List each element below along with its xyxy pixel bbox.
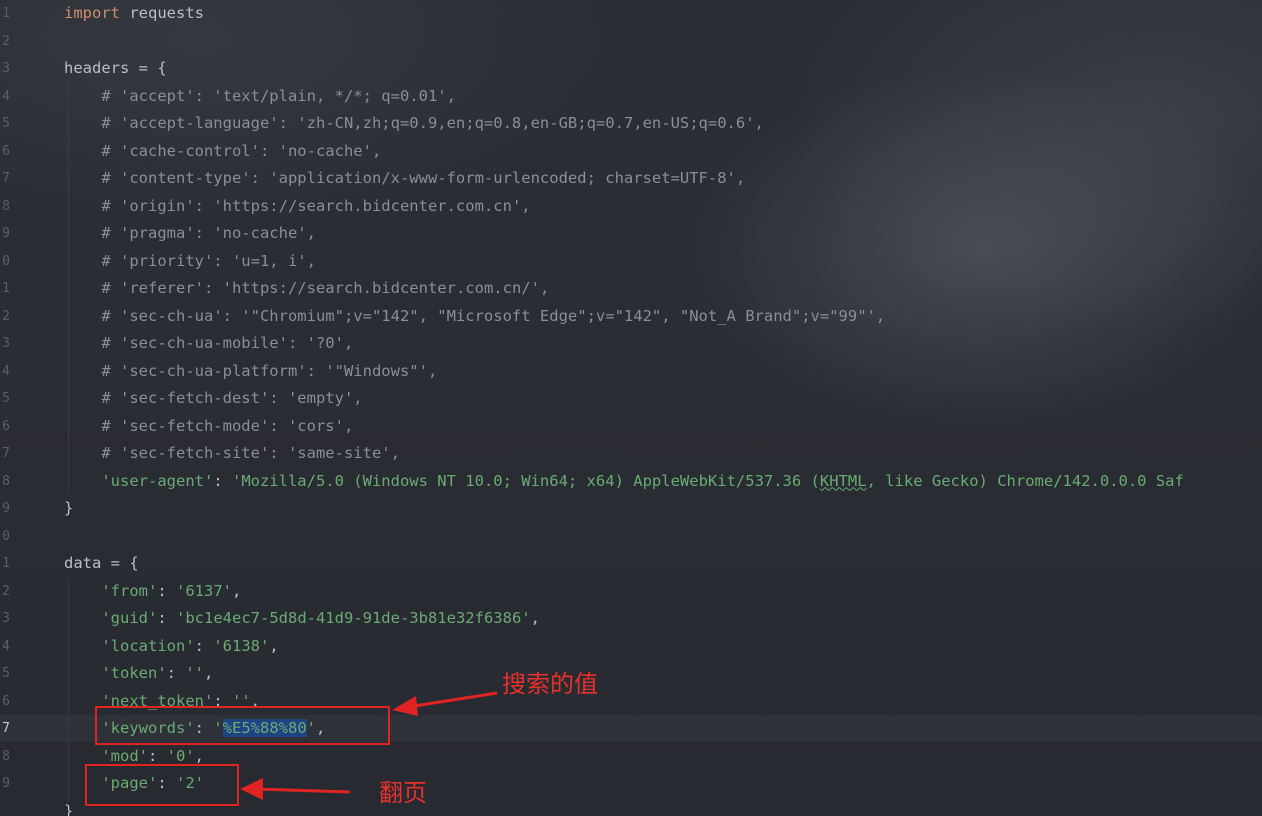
arrow-to-page — [240, 778, 351, 800]
arrow-to-keywords — [392, 691, 498, 716]
search-value-annotation: 搜索的值 — [502, 670, 598, 698]
annotation-arrows — [240, 691, 498, 800]
page-annotation: 翻页 — [379, 779, 427, 807]
